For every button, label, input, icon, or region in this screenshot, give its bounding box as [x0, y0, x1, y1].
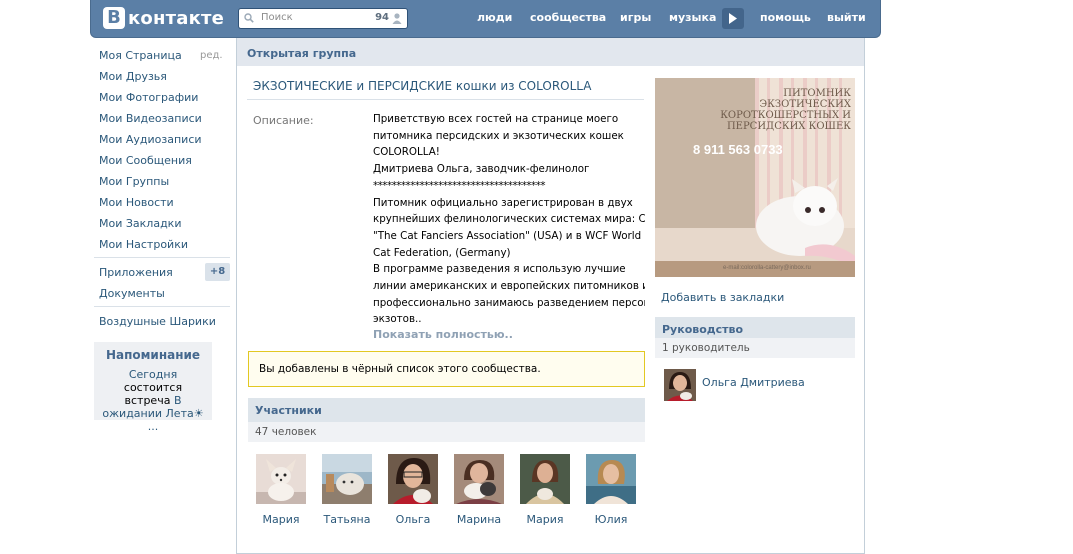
poster-line2: ЭКЗОТИЧЕСКИХ [759, 99, 851, 110]
sidebar-item-documents[interactable]: Документы [99, 287, 165, 300]
blacklist-notice: Вы добавлены в чёрный список этого сообщ… [248, 351, 645, 387]
member-avatar[interactable] [454, 454, 504, 504]
search-count: 94 [375, 12, 389, 23]
sidebar-item-messages[interactable]: Мои Сообщения [99, 154, 192, 167]
group-avatar-image[interactable]: ПИТОМНИК ЭКЗОТИЧЕСКИХ КОРОТКОШЕРСТНЫХ И … [655, 78, 855, 277]
page-title: ЭКЗОТИЧЕСКИЕ и ПЕРСИДСКИЕ кошки из COLOR… [253, 79, 592, 93]
leader-avatar[interactable] [664, 369, 696, 401]
poster-email: e-mail:colorolla-cattery@inbox.ru [723, 265, 811, 271]
sidebar-item-my-page[interactable]: Моя Страница [99, 49, 182, 62]
sidebar-item-settings[interactable]: Мои Настройки [99, 238, 188, 251]
sidebar-item-videos[interactable]: Мои Видеозаписи [99, 112, 202, 125]
poster-line4: ПЕРСИДСКИХ КОШЕК [726, 121, 851, 132]
notice-text: Вы добавлены в чёрный список этого сообщ… [259, 363, 541, 375]
member-avatar[interactable] [256, 454, 306, 504]
member-avatar[interactable] [322, 454, 372, 504]
sidebar-item-friends[interactable]: Мои Друзья [99, 70, 167, 83]
description-line: питомника персидских и экзотических коше… [373, 129, 624, 142]
description-label: Описание: [253, 114, 314, 127]
play-icon [729, 13, 737, 24]
member-name[interactable]: Татьяна [317, 513, 377, 526]
search-placeholder: Поиск [261, 12, 293, 23]
members-count-bar[interactable]: 47 человек [248, 422, 645, 442]
sidebar-item-groups[interactable]: Мои Группы [99, 175, 169, 188]
vk-logo[interactable]: В контакте [103, 7, 224, 29]
description-line: "The Cat Fanciers Association" (USA) и в… [373, 229, 642, 242]
logo-word: контакте [128, 7, 225, 29]
description-line: экзотов.. [373, 313, 422, 326]
description-line: Cat Federation, (Germany) [373, 246, 511, 259]
nav-logout[interactable]: выйти [827, 11, 866, 24]
leaders-title: Руководство [662, 323, 744, 336]
nav-communities[interactable]: сообщества [530, 11, 606, 24]
description-line: линии американских и европейских питомни… [373, 280, 645, 293]
main-content: Открытая группа ЭКЗОТИЧЕСКИЕ и ПЕРСИДСКИ… [236, 38, 865, 554]
member-name[interactable]: Марина [449, 513, 509, 526]
reminder-box: Напоминание Сегодня состоится встреча В … [94, 342, 212, 433]
member-name[interactable]: Мария [251, 513, 311, 526]
reminder-today-link[interactable]: Сегодня [129, 368, 177, 381]
user-icon [392, 13, 402, 24]
search-icon [244, 13, 254, 23]
nav-music[interactable]: музыка [669, 11, 716, 24]
add-bookmark-link[interactable]: Добавить в закладки [661, 291, 784, 304]
member-avatar[interactable] [520, 454, 570, 504]
member-name[interactable]: Юлия [581, 513, 641, 526]
member-card[interactable]: Мария [515, 454, 575, 526]
members-header[interactable]: Участники [248, 398, 645, 422]
logo-letter: В [103, 7, 125, 29]
sidebar-item-bookmarks[interactable]: Мои Закладки [99, 217, 181, 230]
sidebar-divider [94, 257, 230, 258]
leaders-count-bar[interactable]: 1 руководитель [655, 338, 855, 358]
poster-line3: КОРОТКОШЕРСТНЫХ И [720, 110, 851, 121]
nav-games[interactable]: игры [620, 11, 651, 24]
member-name[interactable]: Мария [515, 513, 575, 526]
poster-phone: 8 911 563 0733 [693, 142, 783, 157]
member-card[interactable]: Мария [251, 454, 311, 526]
member-card[interactable]: Ольга [383, 454, 443, 526]
nav-help[interactable]: помощь [760, 11, 811, 24]
sidebar-divider [94, 306, 230, 307]
sidebar-item-balloons[interactable]: Воздушные Шарики [99, 315, 216, 328]
sidebar-item-audio[interactable]: Мои Аудиозаписи [99, 133, 202, 146]
edit-menu-link[interactable]: ред. [200, 50, 223, 61]
member-card[interactable]: Марина [449, 454, 509, 526]
leaders-count: 1 руководитель [662, 342, 750, 354]
reminder-text2: встреча [124, 394, 174, 407]
description-line: ************************************* [373, 179, 546, 192]
member-avatar[interactable] [586, 454, 636, 504]
members-title: Участники [255, 404, 322, 417]
description-line: Питомник официально зарегистрирован в дв… [373, 196, 633, 209]
search-input[interactable]: Поиск 94 [238, 8, 408, 29]
description-line: крупнейших фелинологических системах мир… [373, 213, 645, 226]
poster-line1: ПИТОМНИК [783, 88, 851, 99]
member-card[interactable]: Юлия [581, 454, 641, 526]
top-header: В контакте Поиск 94 люди сообщества игры… [90, 0, 881, 38]
sidebar-item-photos[interactable]: Мои Фотографии [99, 91, 198, 104]
description-line: В программе разведения я использую лучши… [373, 263, 626, 276]
member-card[interactable]: Татьяна [317, 454, 377, 526]
music-play-button[interactable] [722, 8, 744, 29]
title-divider [247, 99, 644, 100]
sidebar-item-apps[interactable]: Приложения [99, 266, 173, 279]
reminder-title: Напоминание [105, 348, 201, 362]
leader-name-link[interactable]: Ольга Дмитриева [702, 376, 805, 389]
apps-count-badge[interactable]: +8 [205, 263, 230, 281]
show-more-link[interactable]: Показать полностью.. [373, 328, 513, 341]
breadcrumb-label: Открытая группа [247, 47, 357, 60]
breadcrumb: Открытая группа [237, 38, 864, 66]
description-line: Приветствую всех гостей на странице моег… [373, 113, 619, 125]
description-line: Дмитриева Ольга, заводчик-фелинолог [373, 163, 590, 176]
description-line: профессионально занимаюсь разведением пе… [373, 296, 645, 309]
nav-people[interactable]: люди [477, 11, 512, 24]
group-description: Приветствую всех гостей на странице моег… [373, 111, 645, 328]
members-count: 47 человек [255, 426, 317, 438]
description-line: COLOROLLA! [373, 146, 440, 159]
sidebar-item-news[interactable]: Мои Новости [99, 196, 174, 209]
member-avatar[interactable] [388, 454, 438, 504]
reminder-body: Сегодня состоится встреча В ожидании Лет… [94, 368, 212, 433]
reminder-text1: состоится [123, 381, 183, 394]
member-name[interactable]: Ольга [383, 513, 443, 526]
